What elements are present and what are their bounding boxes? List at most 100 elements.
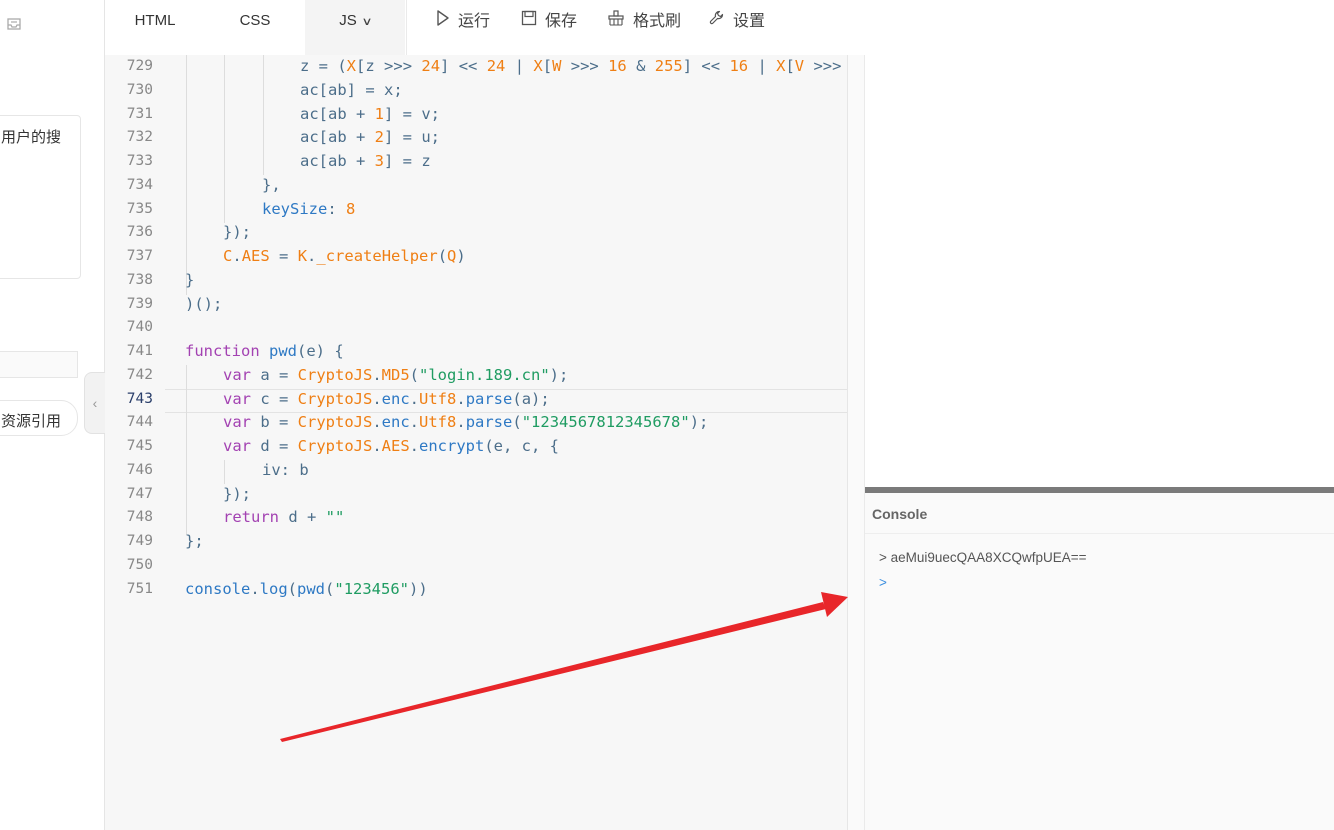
line-number-gutter: 729 730 731 732 733 734 735 736 737 738 … — [105, 55, 165, 830]
tab-js[interactable]: JS ∨ — [305, 0, 405, 55]
resource-reference-label: 资源引用 — [1, 413, 62, 430]
console-header-divider — [865, 533, 1334, 534]
code-token: 1 — [374, 105, 384, 123]
code-token: . — [372, 366, 382, 384]
code-line: }, — [262, 176, 281, 194]
code-token: CryptoJS — [297, 390, 373, 408]
code-token: var — [223, 366, 251, 384]
console-output-line: > aeMui9uecQAA8XCQwfpUEA== — [879, 550, 1087, 565]
code-token: "login.189.cn" — [419, 366, 550, 384]
format-brush-icon — [607, 10, 625, 33]
code-token: ( — [287, 580, 298, 598]
settings-button[interactable]: 设置 — [709, 10, 765, 32]
sidebar-search-input[interactable] — [0, 351, 78, 378]
code-token: 24 — [486, 57, 506, 75]
code-token: _createHelper — [316, 247, 438, 265]
code-line: console.log(pwd("123456")) — [185, 580, 428, 598]
code-token: ) — [456, 247, 466, 265]
editor-scrollbar[interactable] — [848, 55, 865, 830]
code-token: ] << — [440, 57, 487, 75]
code-token: ac[ab + — [300, 105, 375, 123]
run-label: 运行 — [458, 13, 491, 30]
code-line: iv: b — [262, 461, 309, 479]
indent-guide — [186, 365, 187, 535]
toolbar-divider — [406, 0, 407, 55]
code-token: "" — [325, 508, 345, 526]
code-token: "123456" — [334, 580, 410, 598]
code-token: enc — [381, 413, 410, 431]
code-token: Utf8 — [419, 390, 457, 408]
code-line: var d = CryptoJS.AES.encrypt(e, c, { — [223, 437, 559, 455]
resource-reference-button[interactable]: 资源引用 — [0, 400, 78, 436]
code-editor[interactable]: 729 730 731 732 733 734 735 736 737 738 … — [105, 55, 847, 830]
line-number: 741 — [126, 343, 153, 359]
format-brush-button[interactable]: 格式刷 — [607, 10, 681, 32]
code-token: pwd — [269, 342, 297, 360]
line-number: 750 — [126, 557, 153, 573]
code-token: AES — [241, 247, 270, 265]
code-token: X — [346, 57, 357, 75]
indent-guide — [263, 55, 264, 175]
code-token: ( — [409, 366, 420, 384]
code-token: ] = z — [384, 152, 431, 170]
sidebar-card-text: 用户的搜 — [1, 129, 62, 146]
code-token: | — [505, 57, 534, 75]
code-token: z — [365, 57, 375, 75]
code-token: ( — [325, 580, 335, 598]
line-number: 739 — [126, 296, 153, 312]
line-number: 751 — [126, 581, 153, 597]
chevron-down-icon[interactable]: ∨ — [361, 1, 372, 43]
code-token: ] << — [682, 57, 730, 75]
code-token: parse — [465, 390, 513, 408]
code-token: z — [300, 57, 310, 75]
line-number: 742 — [126, 367, 153, 383]
editor-toolbar: HTML CSS JS ∨ 运行 保存 格式刷 设置 — [105, 0, 1334, 56]
line-number: 738 — [126, 272, 153, 288]
inbox-icon[interactable] — [6, 16, 26, 36]
collapse-sidebar-button[interactable]: ‹ — [84, 372, 105, 434]
code-line: C.AES = K._createHelper(Q) — [223, 247, 466, 265]
code-token: & — [626, 57, 655, 75]
run-button[interactable]: 运行 — [436, 10, 490, 32]
line-number: 748 — [126, 509, 153, 525]
tab-js-label: JS — [339, 12, 357, 29]
code-token: )) — [409, 580, 428, 598]
console-input-prompt[interactable]: > — [879, 575, 887, 590]
code-token: enc — [381, 390, 410, 408]
code-token: (e, c, { — [484, 437, 559, 455]
code-token: var — [223, 413, 251, 431]
sidebar-card[interactable]: 用户的搜 — [0, 115, 81, 279]
code-token: >>> — [561, 57, 609, 75]
code-token: a = — [251, 366, 298, 384]
line-number: 746 — [126, 462, 153, 478]
chevron-left-icon: ‹ — [92, 395, 98, 411]
line-number: 740 — [126, 319, 153, 335]
code-token: . — [307, 247, 317, 265]
code-token: Utf8 — [419, 413, 457, 431]
code-token: 2 — [374, 128, 384, 146]
settings-label: 设置 — [733, 13, 766, 30]
code-token: = — [269, 247, 298, 265]
save-button[interactable]: 保存 — [521, 10, 577, 32]
save-icon — [521, 10, 537, 33]
code-token: [ — [356, 57, 366, 75]
code-token: . — [372, 437, 382, 455]
line-number: 747 — [126, 486, 153, 502]
tab-html[interactable]: HTML — [105, 0, 205, 55]
code-token: log — [259, 580, 288, 598]
code-token: (e) { — [297, 342, 344, 360]
code-token: var — [223, 437, 251, 455]
code-token: ( — [512, 413, 522, 431]
tab-css[interactable]: CSS — [205, 0, 305, 55]
code-line: }); — [223, 223, 251, 241]
code-token: 255 — [654, 57, 683, 75]
code-token: X — [533, 57, 543, 75]
play-icon — [436, 10, 450, 33]
code-token: ] = v; — [384, 105, 440, 123]
code-token: ac[ab + — [300, 152, 375, 170]
code-line: )(); — [185, 295, 223, 313]
code-token: . — [456, 413, 466, 431]
code-token: b = — [251, 413, 298, 431]
line-number: 733 — [126, 153, 153, 169]
